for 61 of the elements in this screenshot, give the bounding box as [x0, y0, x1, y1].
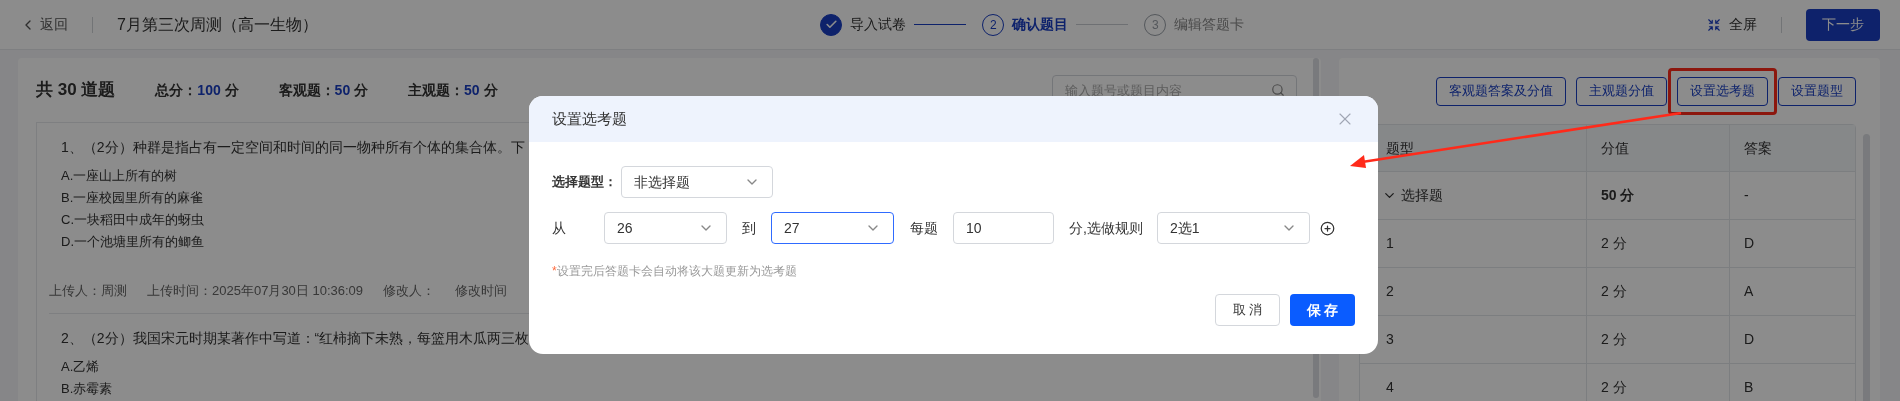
- cancel-button[interactable]: 取 消: [1215, 294, 1280, 326]
- field-label: 分,选做规则: [1069, 218, 1143, 238]
- column-header: 答案: [1744, 138, 1772, 158]
- step-number: 2: [990, 16, 997, 34]
- hint-text: *设置完后答题卡会自动将该大题更新为选考题: [552, 263, 798, 280]
- score-stat: 主观题：50 分: [408, 80, 498, 100]
- table-cell-text: D: [1744, 330, 1755, 349]
- question-count: 共 30 道题: [36, 79, 116, 102]
- table-cell-text: 3: [1386, 330, 1394, 349]
- question-type-select[interactable]: 非选择题: [621, 166, 773, 198]
- answer-option: A.一座山上所有的树: [61, 165, 178, 187]
- step-label: 导入试卷: [850, 15, 907, 34]
- column-header: 题型: [1386, 138, 1414, 158]
- table-cell-text: 2 分: [1601, 330, 1627, 349]
- score-stat: 客观题：50 分: [278, 80, 369, 100]
- table-cell-text: 50 分: [1601, 186, 1635, 205]
- question-stem: 2、（2分）我国宋元时期某著作中写道：“红柿摘下未熟，每篮用木瓜两三枚: [61, 329, 530, 346]
- panel-button[interactable]: 客观题答案及分值: [1436, 76, 1566, 106]
- score-input[interactable]: 10: [953, 212, 1054, 244]
- meta-text: 修改人：: [383, 282, 436, 300]
- answer-option: C.一块稻田中成年的蚜虫: [61, 209, 204, 231]
- to-select[interactable]: 27: [771, 212, 894, 244]
- table-cell-text: 2 分: [1601, 234, 1627, 253]
- exam-title: 7月第三次周测（高一生物）: [117, 14, 318, 35]
- answer-option: B.赤霉素: [61, 377, 113, 400]
- dialog-title: 设置选考题: [552, 108, 627, 129]
- meta-text: 修改时间: [455, 282, 508, 300]
- panel-button[interactable]: 设置选考题: [1677, 76, 1768, 106]
- question-stem: 1、（2分）种群是指占有一定空间和时间的同一物种所有个体的集合体。下: [61, 139, 525, 155]
- table-cell-text: B: [1744, 378, 1754, 397]
- field-label: 每题: [910, 218, 938, 238]
- field-label: 从: [552, 218, 567, 238]
- step-label: 编辑答题卡: [1174, 15, 1245, 34]
- column-header: 分值: [1601, 138, 1629, 158]
- step-label: 确认题目: [1012, 15, 1069, 34]
- table-cell-text: D: [1744, 234, 1755, 253]
- table-cell-text: -: [1744, 186, 1749, 205]
- table-cell-text: 2: [1386, 282, 1394, 301]
- table-cell-text: 2 分: [1601, 378, 1627, 397]
- score-stat: 总分：100 分: [155, 80, 239, 100]
- answer-option: D.一个池塘里所有的鲫鱼: [61, 231, 204, 253]
- field-label: 到: [742, 218, 756, 238]
- fullscreen-button[interactable]: 全屏: [1707, 14, 1757, 35]
- answer-option: B.一座校园里所有的麻雀: [61, 187, 204, 209]
- meta-text: 上传人：周测: [49, 282, 127, 300]
- table-cell-text: 选择题: [1401, 186, 1443, 205]
- field-label: 选择题型：: [552, 173, 617, 192]
- panel-button[interactable]: 设置题型: [1778, 76, 1856, 106]
- rule-select[interactable]: 2选1: [1156, 212, 1310, 244]
- from-select[interactable]: 26: [604, 212, 727, 244]
- table-cell-text: A: [1744, 282, 1754, 301]
- save-button[interactable]: 保 存: [1290, 294, 1355, 326]
- step-number: 3: [1152, 16, 1159, 34]
- panel-button[interactable]: 主观题分值: [1576, 76, 1667, 106]
- answer-option: A.乙烯: [61, 355, 100, 378]
- table-cell-text: 2 分: [1601, 282, 1627, 301]
- next-step-button[interactable]: 下一步: [1806, 8, 1880, 41]
- table-cell-text: 1: [1386, 234, 1394, 253]
- table-cell-text: 4: [1386, 378, 1394, 397]
- meta-text: 上传时间：2025年07月30日 10:36:09: [147, 282, 364, 300]
- back-button[interactable]: 返回: [20, 14, 68, 35]
